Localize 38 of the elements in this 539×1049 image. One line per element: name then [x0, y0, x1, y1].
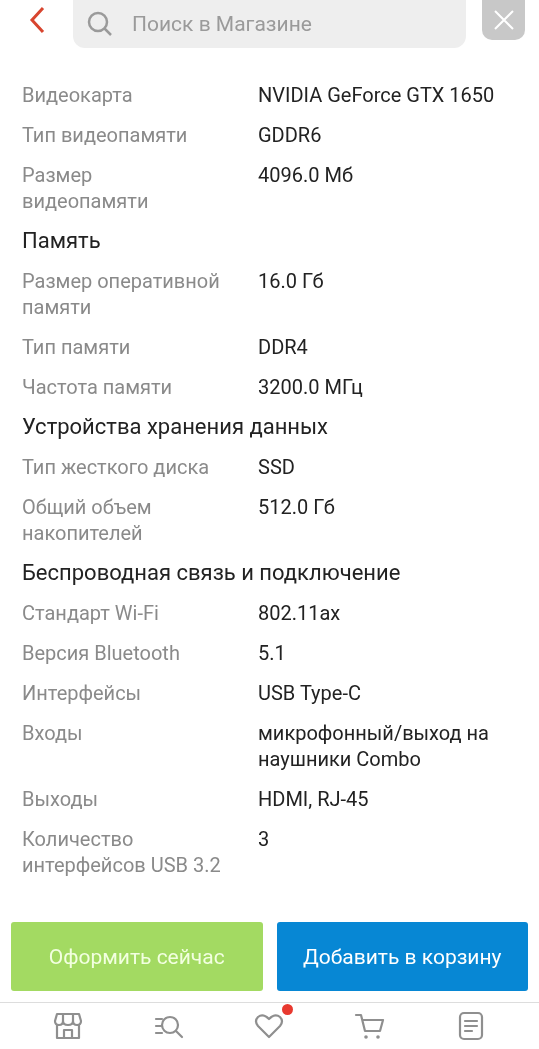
- spec-label: Количество интерфейсов USB 3.2: [22, 826, 222, 878]
- spec-label: Интерфейсы: [22, 680, 143, 706]
- spec-label: Видеокарта: [22, 82, 134, 108]
- spec-label: Входы: [22, 720, 84, 747]
- spec-value: 4096.0 Мб: [258, 162, 354, 189]
- spec-label: Общий объем накопителей: [22, 494, 153, 546]
- section-heading: Устройства хранения данных: [22, 413, 330, 441]
- spec-value: USB Type-C: [258, 680, 362, 706]
- spec-value: 802.11ax: [258, 600, 342, 626]
- spec-value: 512.0 Гб: [258, 494, 336, 521]
- search-icon: [86, 10, 114, 38]
- spec-label: Версия Bluetooth: [22, 640, 181, 666]
- spec-value: 3200.0 МГц: [258, 374, 364, 400]
- search-field[interactable]: Поиск в Магазине: [73, 0, 466, 48]
- close-button[interactable]: [482, 0, 525, 40]
- section-heading: Память: [22, 227, 102, 255]
- section-heading: Беспроводная связь и подключение: [22, 559, 402, 587]
- spec-label: Выходы: [22, 786, 99, 812]
- close-icon: [492, 9, 515, 31]
- spec-value: GDDR6: [258, 122, 323, 148]
- spec-value: HDMI, RJ-45: [258, 786, 370, 812]
- spec-value: микрофонный/выход на наушники Combo: [258, 720, 490, 772]
- spec-value: SSD: [258, 454, 296, 480]
- spec-label: Размер оперативной памяти: [22, 268, 221, 320]
- store-icon[interactable]: [52, 1010, 85, 1042]
- spec-label: Тип видеопамяти: [22, 122, 189, 148]
- spec-value: 5.1: [258, 640, 287, 666]
- add-to-cart-button[interactable]: Добавить в корзину: [276, 922, 528, 991]
- spec-label: Стандарт Wi-Fi: [22, 600, 160, 626]
- spec-label: Частота памяти: [22, 374, 174, 400]
- spec-label: Тип памяти: [22, 334, 132, 360]
- spec-label: Размер видеопамяти: [22, 162, 150, 214]
- spec-value: 16.0 Гб: [258, 268, 325, 295]
- spec-value: DDR4: [258, 334, 309, 360]
- spec-label: Тип жесткого диска: [22, 454, 211, 480]
- spec-value: 3: [258, 826, 271, 853]
- back-icon: [28, 6, 46, 34]
- spec-value: NVIDIA GeForce GTX 1650: [258, 82, 496, 108]
